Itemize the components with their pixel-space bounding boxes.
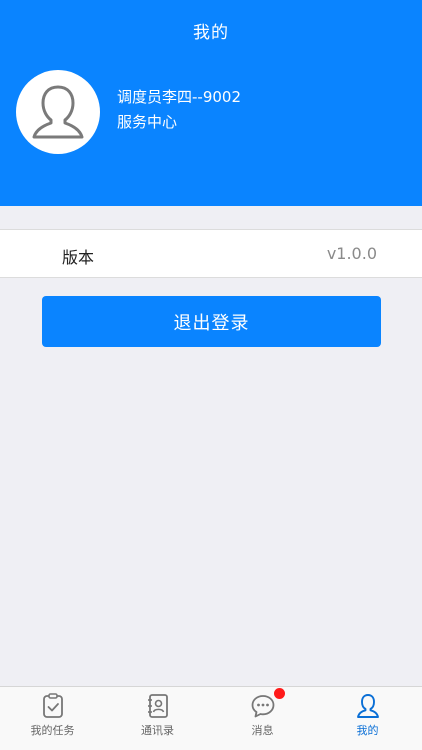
clipboard-check-icon — [40, 693, 66, 719]
tab-me[interactable]: 我的 — [315, 687, 420, 750]
tab-label: 消息 — [251, 724, 274, 737]
avatar[interactable] — [16, 70, 100, 154]
person-icon — [355, 693, 381, 719]
chat-bubble-icon — [250, 688, 285, 719]
contacts-book-icon — [145, 693, 171, 719]
tab-contacts[interactable]: 通讯录 — [105, 687, 210, 750]
person-outline-icon — [32, 85, 84, 139]
tab-label: 通讯录 — [141, 724, 174, 737]
user-department: 服务中心 — [117, 113, 178, 131]
profile-screen: 我的 调度员李四--9002 服务中心 版本 v1.0.0 退出登录 我的任务 — [0, 0, 422, 750]
tab-label: 我的任务 — [30, 724, 75, 737]
version-value: v1.0.0 — [326, 244, 377, 263]
user-name: 调度员李四--9002 — [117, 88, 241, 106]
status-bar — [0, 0, 422, 6]
bottom-safe-area — [0, 746, 422, 750]
tab-messages[interactable]: 消息 — [210, 687, 315, 750]
version-label: 版本 — [62, 248, 95, 267]
version-row[interactable]: 版本 v1.0.0 — [0, 229, 422, 278]
unread-badge — [273, 688, 285, 699]
profile-header: 我的 调度员李四--9002 服务中心 — [0, 0, 422, 206]
logout-button[interactable]: 退出登录 — [42, 296, 381, 347]
tab-my-tasks[interactable]: 我的任务 — [0, 687, 105, 750]
tab-bar: 我的任务 通讯录 消息 我的 — [0, 686, 422, 750]
tab-label: 我的 — [356, 724, 379, 737]
page-title: 我的 — [193, 23, 229, 43]
